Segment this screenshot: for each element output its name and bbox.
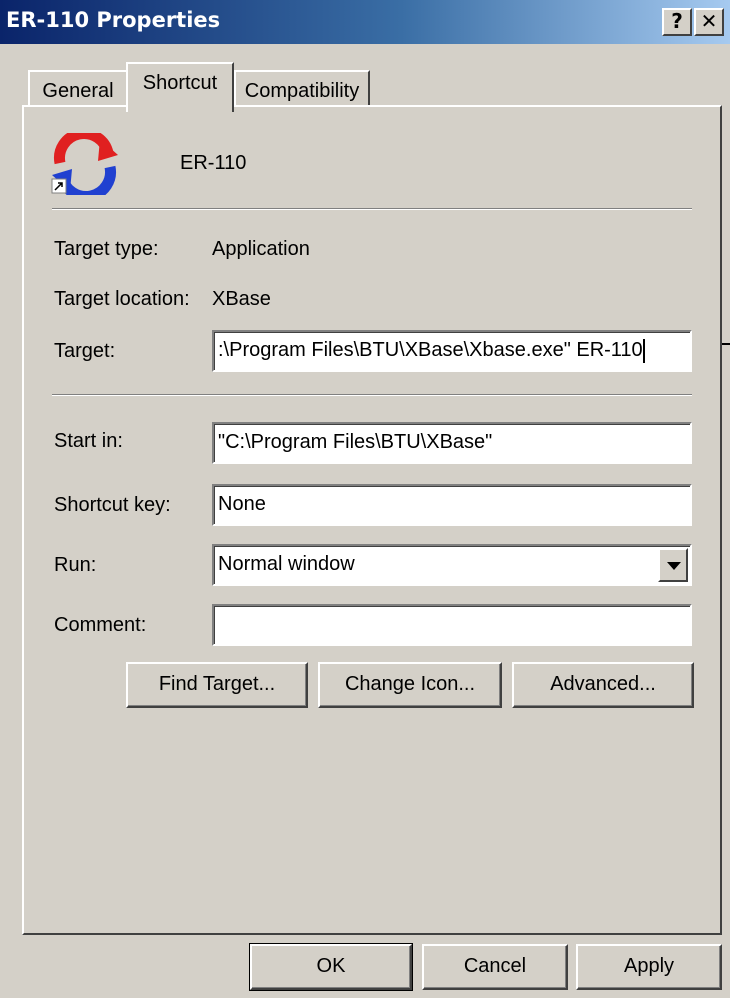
target-input-text: :\Program Files\BTU\XBase\Xbase.exe" ER-… <box>218 339 643 361</box>
dropdown-arrow-button[interactable] <box>658 548 688 582</box>
tab-shortcut[interactable]: Shortcut <box>126 62 234 112</box>
comment-label: Comment: <box>54 614 147 636</box>
start-in-label: Start in: <box>54 430 123 452</box>
separator <box>52 208 692 210</box>
run-select[interactable]: Normal window <box>212 544 692 586</box>
ok-button[interactable]: OK <box>249 943 413 991</box>
window-title: ER-110 Properties <box>6 8 221 32</box>
apply-button[interactable]: Apply <box>576 944 722 990</box>
run-label: Run: <box>54 554 97 576</box>
title-bar[interactable]: ER-110 Properties ? ✕ <box>0 0 730 44</box>
target-type-label: Target type: <box>54 238 159 260</box>
target-location-label: Target location: <box>54 288 190 310</box>
advanced-button[interactable]: Advanced... <box>512 662 694 708</box>
text-caret <box>642 338 645 363</box>
app-name: ER-110 <box>180 152 247 174</box>
find-target-button[interactable]: Find Target... <box>126 662 308 708</box>
target-input[interactable]: :\Program Files\BTU\XBase\Xbase.exe" ER-… <box>212 330 692 372</box>
cancel-button[interactable]: Cancel <box>422 944 568 990</box>
help-button[interactable]: ? <box>662 8 692 36</box>
target-label: Target: <box>54 340 116 362</box>
separator <box>52 394 692 396</box>
comment-input[interactable] <box>212 604 692 646</box>
shortcut-key-label: Shortcut key: <box>54 494 171 516</box>
target-type-value: Application <box>212 238 310 260</box>
start-in-input[interactable]: "C:\Program Files\BTU\XBase" <box>212 422 692 464</box>
target-location-value: XBase <box>212 288 271 310</box>
chevron-down-icon <box>667 562 681 570</box>
run-select-value: Normal window <box>218 553 355 575</box>
change-icon-button[interactable]: Change Icon... <box>318 662 502 708</box>
close-button[interactable]: ✕ <box>694 8 724 36</box>
shortcut-key-input[interactable]: None <box>212 484 692 526</box>
refresh-arrows-icon <box>51 133 118 195</box>
properties-dialog: ER-110 Properties ? ✕ General Shortcut C… <box>0 0 730 998</box>
